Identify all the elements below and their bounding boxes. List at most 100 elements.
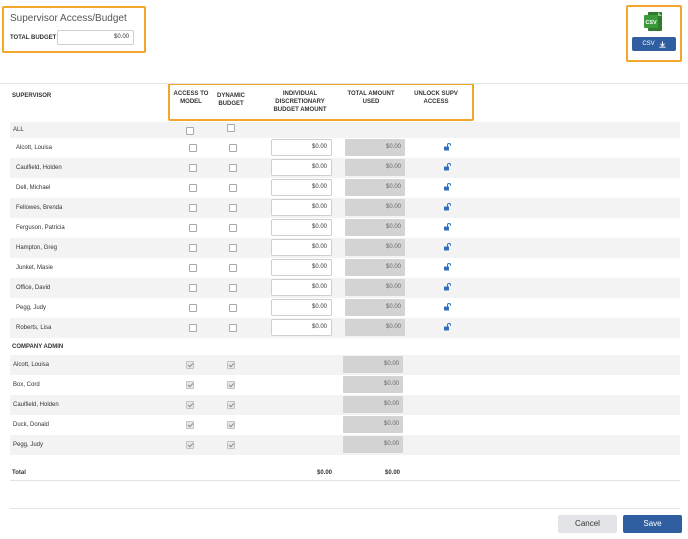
admin-dynamic-checkbox[interactable]: [227, 401, 235, 409]
access-to-model-checkbox[interactable]: [189, 264, 197, 272]
supervisor-row: Fellowes, Brenda $0.00 $0.00: [10, 198, 680, 218]
dynamic-budget-checkbox[interactable]: [229, 264, 237, 272]
unlock-icon[interactable]: [443, 223, 451, 231]
supervisor-name: Hampton, Greg: [16, 245, 58, 251]
dynamic-budget-checkbox[interactable]: [229, 244, 237, 252]
access-to-model-checkbox[interactable]: [189, 284, 197, 292]
admin-dynamic-checkbox[interactable]: [227, 381, 235, 389]
total-amount-used: $0.00: [345, 199, 405, 216]
supervisor-row: Hampton, Greg $0.00 $0.00: [10, 238, 680, 258]
access-to-model-checkbox[interactable]: [189, 164, 197, 172]
individual-budget-input[interactable]: $0.00: [271, 239, 332, 256]
admin-access-checkbox[interactable]: [186, 361, 194, 369]
dynamic-budget-checkbox[interactable]: [229, 164, 237, 172]
supervisor-name: Alcott, Louisa: [16, 145, 53, 151]
supervisor-row: Alcott, Louisa $0.00 $0.00: [10, 138, 680, 158]
admin-dynamic-checkbox[interactable]: [227, 441, 235, 449]
total-amount-used: $0.00: [345, 219, 405, 236]
col-header-total-used: TOTAL AMOUNT USED: [347, 91, 395, 105]
admin-total-amount-used: $0.00: [343, 376, 403, 393]
csv-button-label: CSV: [642, 41, 655, 47]
individual-budget-input[interactable]: $0.00: [271, 219, 332, 236]
supervisor-name: Roberts, Lisa: [16, 325, 52, 331]
dynamic-budget-checkbox[interactable]: [229, 284, 237, 292]
download-icon: [659, 41, 666, 48]
supervisor-name: Ferguson, Patricia: [16, 225, 65, 231]
total-divider: [10, 480, 680, 481]
dynamic-budget-checkbox[interactable]: [229, 184, 237, 192]
total-amount-used: $0.00: [345, 259, 405, 276]
admin-dynamic-checkbox[interactable]: [227, 421, 235, 429]
individual-budget-input[interactable]: $0.00: [271, 279, 332, 296]
dynamic-budget-checkbox[interactable]: [229, 144, 237, 152]
supervisor-row: Ferguson, Patricia $0.00 $0.00: [10, 218, 680, 238]
col-header-individual-budget: INDIVIDUAL DISCRETIONARY BUDGET AMOUNT: [273, 91, 327, 113]
individual-budget-input[interactable]: $0.00: [271, 319, 332, 336]
access-to-model-checkbox[interactable]: [189, 224, 197, 232]
admin-access-checkbox[interactable]: [186, 441, 194, 449]
access-to-model-checkbox[interactable]: [189, 204, 197, 212]
admin-total-amount-used: $0.00: [343, 416, 403, 433]
unlock-icon[interactable]: [443, 283, 451, 291]
admin-total-amount-used: $0.00: [343, 436, 403, 453]
csv-export-button[interactable]: CSV: [632, 37, 676, 51]
admin-name: Caulfield, Holden: [13, 402, 59, 408]
unlock-icon[interactable]: [443, 143, 451, 151]
unlock-icon[interactable]: [443, 163, 451, 171]
csv-icon-text: CSV: [645, 20, 657, 26]
admin-access-checkbox[interactable]: [186, 381, 194, 389]
unlock-icon[interactable]: [443, 323, 451, 331]
dynamic-budget-checkbox[interactable]: [229, 224, 237, 232]
dynamic-budget-checkbox[interactable]: [229, 204, 237, 212]
supervisor-row: Office, David $0.00 $0.00: [10, 278, 680, 298]
total-amount-used: $0.00: [345, 319, 405, 336]
access-to-model-checkbox[interactable]: [189, 144, 197, 152]
dynamic-budget-checkbox[interactable]: [229, 324, 237, 332]
col-header-dynamic-budget: DYNAMIC BUDGET: [217, 93, 245, 107]
total-label: Total: [12, 470, 26, 476]
unlock-icon[interactable]: [443, 303, 451, 311]
admin-name: Alcott, Louisa: [13, 362, 50, 368]
header-divider: [0, 83, 688, 84]
individual-budget-input[interactable]: $0.00: [271, 299, 332, 316]
supervisor-row: Caulfield, Holden $0.00 $0.00: [10, 158, 680, 178]
supervisor-name: Fellowes, Brenda: [16, 205, 63, 211]
save-button[interactable]: Save: [623, 515, 682, 533]
individual-budget-input[interactable]: $0.00: [271, 179, 332, 196]
footer-divider: [10, 508, 680, 509]
unlock-icon[interactable]: [443, 243, 451, 251]
col-header-supervisor: SUPERVISOR: [12, 93, 52, 99]
admin-access-checkbox[interactable]: [186, 401, 194, 409]
dynamic-budget-checkbox[interactable]: [229, 304, 237, 312]
unlock-icon[interactable]: [443, 263, 451, 271]
admin-total-amount-used: $0.00: [343, 396, 403, 413]
csv-file-icon[interactable]: CSV: [643, 11, 664, 32]
company-admin-label: COMPANY ADMIN: [12, 344, 64, 350]
unlock-icon[interactable]: [443, 203, 451, 211]
all-access-checkbox[interactable]: [186, 127, 194, 135]
access-to-model-checkbox[interactable]: [189, 304, 197, 312]
admin-name: Box, Cord: [13, 382, 40, 388]
total-used-sum: $0.00: [385, 470, 401, 476]
supervisor-row: Junket, Masie $0.00 $0.00: [10, 258, 680, 278]
total-amount-used: $0.00: [345, 279, 405, 296]
access-to-model-checkbox[interactable]: [189, 244, 197, 252]
admin-row: Caulfield, Holden $0.00: [10, 395, 680, 415]
admin-row: Pegg, Judy $0.00: [10, 435, 680, 455]
admin-dynamic-checkbox[interactable]: [227, 361, 235, 369]
unlock-icon[interactable]: [443, 183, 451, 191]
supervisor-row: Dell, Michael $0.00 $0.00: [10, 178, 680, 198]
individual-budget-input[interactable]: $0.00: [271, 159, 332, 176]
individual-budget-input[interactable]: $0.00: [271, 139, 332, 156]
access-to-model-checkbox[interactable]: [189, 324, 197, 332]
total-amount-used: $0.00: [345, 159, 405, 176]
supervisor-name: Pegg, Judy: [16, 305, 47, 311]
individual-budget-input[interactable]: $0.00: [271, 259, 332, 276]
total-budget-input[interactable]: $0.00: [57, 30, 134, 45]
supervisor-name: Office, David: [16, 285, 51, 291]
access-to-model-checkbox[interactable]: [189, 184, 197, 192]
admin-access-checkbox[interactable]: [186, 421, 194, 429]
all-dynamic-checkbox[interactable]: [227, 124, 235, 132]
cancel-button[interactable]: Cancel: [558, 515, 617, 533]
individual-budget-input[interactable]: $0.00: [271, 199, 332, 216]
